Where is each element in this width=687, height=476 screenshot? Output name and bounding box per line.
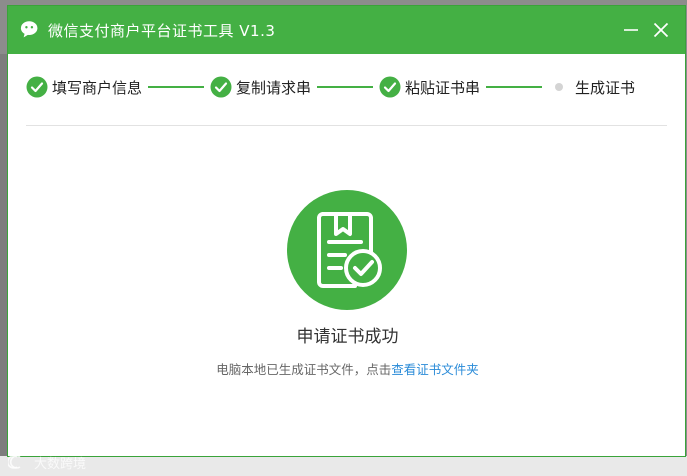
minimize-button[interactable] bbox=[617, 16, 645, 44]
step-copy-request: 复制请求串 bbox=[210, 76, 311, 98]
check-circle-icon bbox=[210, 76, 232, 98]
watermark-logo-icon bbox=[8, 455, 21, 469]
step-fill-merchant-info: 填写商户信息 bbox=[26, 76, 142, 98]
window-title: 微信支付商户平台证书工具 V1.3 bbox=[48, 21, 276, 40]
wechat-logo-icon bbox=[20, 21, 38, 38]
step-connector bbox=[317, 86, 374, 88]
pending-dot-icon bbox=[555, 83, 564, 91]
watermark: 大数跨境 bbox=[8, 452, 86, 472]
step-label: 填写商户信息 bbox=[52, 78, 143, 97]
progress-steps: 填写商户信息 复制请求串 粘贴证书串 生成证书 bbox=[26, 72, 666, 102]
result-title: 申请证书成功 bbox=[296, 327, 399, 347]
success-badge bbox=[287, 190, 407, 310]
watermark-text: 大数跨境 bbox=[34, 456, 87, 472]
step-generate-cert: 生成证书 bbox=[548, 77, 635, 98]
close-icon bbox=[653, 22, 669, 38]
close-button[interactable] bbox=[647, 16, 675, 44]
step-connector bbox=[486, 86, 543, 88]
step-label: 粘贴证书串 bbox=[405, 78, 481, 97]
step-connector bbox=[148, 86, 205, 88]
result-description: 电脑本地已生成证书文件，点击查看证书文件夹 bbox=[8, 359, 687, 378]
result-desc-text: 电脑本地已生成证书文件，点击 bbox=[216, 362, 392, 377]
minimize-icon bbox=[624, 29, 638, 31]
certificate-success-icon bbox=[317, 212, 382, 288]
cert-tool-window: 微信支付商户平台证书工具 V1.3 填写商户信息 复制请求串 粘贴证书串 生成证… bbox=[7, 5, 686, 457]
check-circle-icon bbox=[26, 76, 48, 98]
check-circle-icon bbox=[379, 76, 401, 98]
open-cert-folder-link[interactable]: 查看证书文件夹 bbox=[391, 362, 479, 377]
title-bar[interactable]: 微信支付商户平台证书工具 V1.3 bbox=[8, 6, 685, 54]
step-label: 复制请求串 bbox=[236, 78, 312, 97]
divider bbox=[26, 125, 667, 126]
step-label: 生成证书 bbox=[575, 78, 636, 97]
step-paste-cert: 粘贴证书串 bbox=[379, 76, 480, 98]
desktop-taskbar bbox=[0, 456, 687, 476]
